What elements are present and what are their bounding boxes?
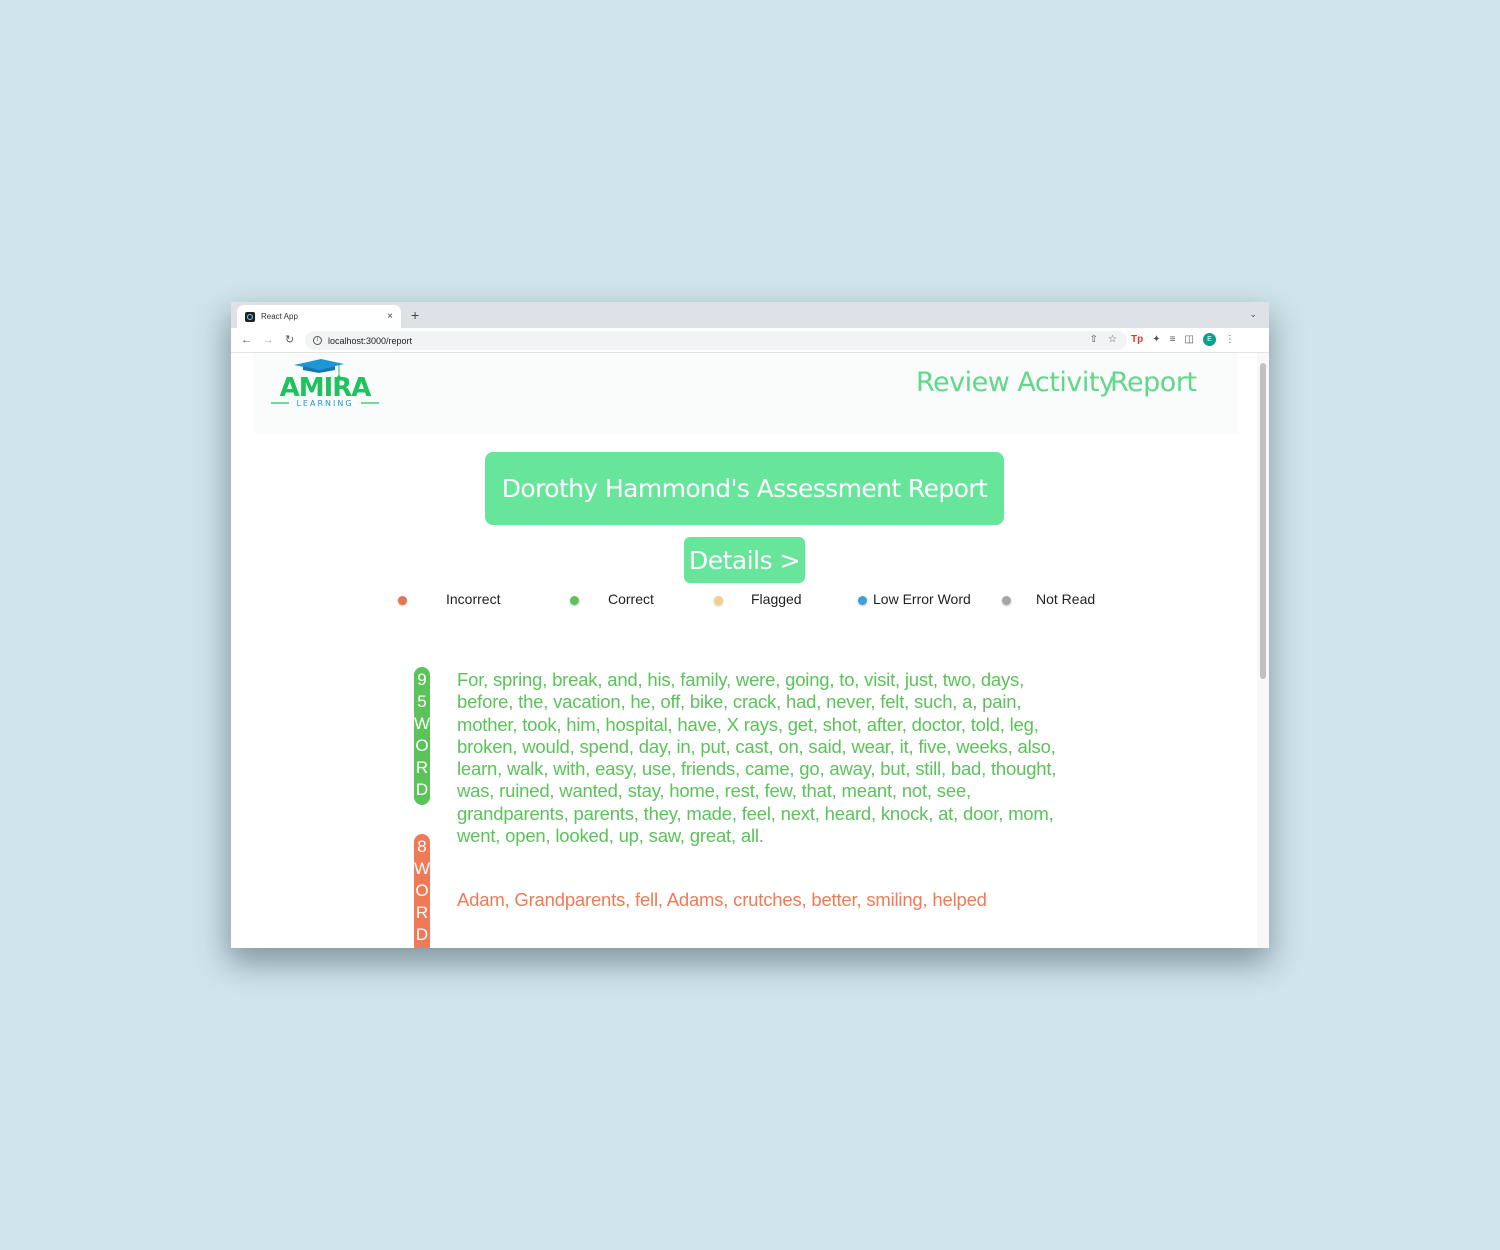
reload-icon[interactable]: ↻ [285,333,294,347]
legend-label: Low Error Word [873,591,971,607]
back-arrow-icon[interactable]: ← [241,333,252,347]
badge-char: R [415,758,429,777]
page-scrollbar[interactable] [1257,353,1269,948]
legend-label: Correct [608,591,654,607]
menu-kebab-icon[interactable]: ⋮ [1225,334,1235,345]
side-panel-icon[interactable]: ◫ [1184,334,1193,345]
legend-label: Not Read [1036,591,1096,607]
badge-char: R [415,903,429,922]
extensions-puzzle-icon[interactable]: ✦ [1152,334,1160,345]
page-viewport: AMIRA LEARNING Review Activity Report Do… [231,353,1269,948]
incorrect-words-list: Adam, Grandparents, fell, Adams, crutche… [457,889,987,910]
correct-words-list: For, spring, break, and, his, family, we… [457,669,1057,847]
badge-char: D [415,780,429,799]
flagged-dot-icon [714,596,723,605]
react-favicon-icon [245,311,255,322]
word-count-badge-incorrect: 8 W O R D [414,834,430,948]
details-button[interactable]: Details > [684,537,805,583]
badge-char: O [415,881,429,900]
profile-avatar[interactable]: E [1202,333,1216,346]
nav-review-activity[interactable]: Review Activity [916,367,1115,398]
legend-label: Incorrect [446,591,501,607]
tab-search-chevron-icon[interactable]: ⌄ [1249,309,1257,320]
incorrect-dot-icon [398,596,407,605]
scrollbar-thumb[interactable] [1260,363,1266,679]
word-count-badge-correct: 9 5 W O R D [414,667,430,805]
tab-react-app[interactable]: React App × [237,305,401,328]
bookmark-star-icon[interactable]: ☆ [1108,334,1117,345]
not-read-dot-icon [1002,596,1011,605]
badge-char: W [414,714,431,733]
site-info-icon[interactable]: i [313,336,322,345]
tab-title: React App [261,312,298,321]
badge-char: O [415,736,429,755]
address-bar[interactable]: i localhost:3000/report ⇧ ☆ [305,331,1127,350]
nav-report[interactable]: Report [1110,367,1197,398]
app-header: AMIRA LEARNING Review Activity Report [253,353,1238,433]
media-queue-icon[interactable]: ≡ [1170,334,1176,345]
forward-arrow-icon[interactable]: → [263,333,274,347]
correct-dot-icon [570,596,579,605]
badge-char: 5 [417,692,427,711]
logo-subtext: LEARNING [296,399,353,408]
badge-char: 8 [417,837,427,856]
tab-strip: React App × + ⌄ [231,302,1269,328]
browser-toolbar: ← → ↻ i localhost:3000/report ⇧ ☆ Tp ✦ ≡… [231,328,1269,353]
new-tab-button[interactable]: + [411,307,419,323]
share-icon[interactable]: ⇧ [1090,334,1098,345]
amira-logo[interactable]: AMIRA LEARNING [269,358,381,408]
legend-label: Flagged [751,591,802,607]
low-error-dot-icon [858,596,867,605]
badge-char: W [414,859,431,878]
report-title: Dorothy Hammond's Assessment Report [485,452,1004,525]
url-text: localhost:3000/report [328,335,413,346]
tp-extension-icon[interactable]: Tp [1131,334,1143,345]
badge-char: 9 [417,670,427,689]
browser-window: React App × + ⌄ ← → ↻ i localhost:3000/r… [231,302,1269,948]
tab-close-icon[interactable]: × [387,311,393,322]
badge-char: D [415,925,429,944]
